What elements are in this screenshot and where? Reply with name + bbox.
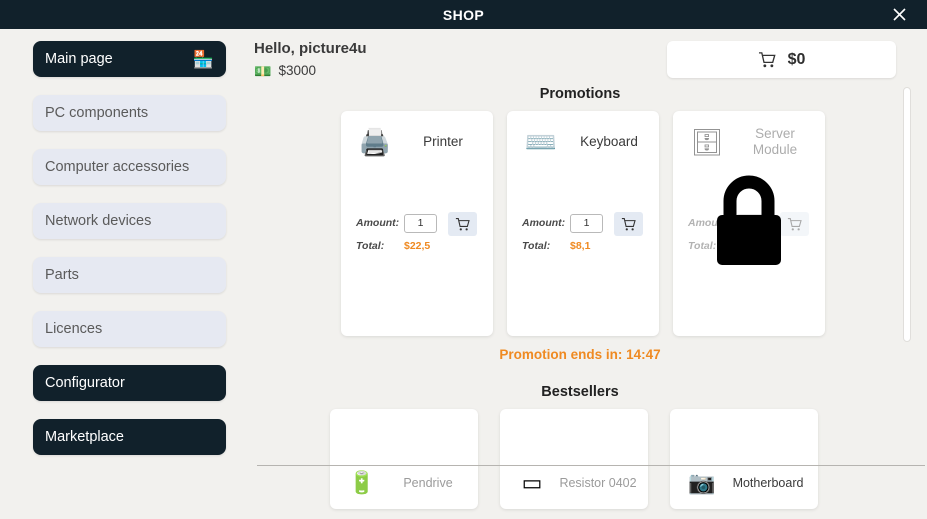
sidebar-item-main-page[interactable]: Main page 🏪 — [33, 41, 226, 77]
motherboard-icon: 📷 — [688, 470, 716, 495]
amount-label: Amount: — [356, 217, 400, 229]
amount-row: Amount: 1 — [522, 213, 603, 233]
card-fields: Amount: 1 Total: — [688, 213, 769, 259]
store-icon: 🏪 — [192, 49, 214, 69]
total-row: Total: $22,5 — [356, 236, 437, 256]
titlebar: SHOP — [0, 0, 927, 29]
bestseller-card-pendrive[interactable]: 🔋 Pendrive — [330, 409, 478, 509]
card-header: 🗄 Server Module — [673, 111, 825, 173]
total-row: Total: $8,1 — [522, 236, 603, 256]
promotions-row: 🖨️ Printer Amount: 1 Total: $22,5 ⌨️ Key… — [341, 111, 825, 336]
total-row: Total: — [688, 236, 769, 256]
card-fields: Amount: 1 Total: $8,1 — [522, 213, 603, 259]
card-inner: 🗄 Server Module Amount: 1 Total: — [673, 111, 825, 252]
printer-icon: 🖨️ — [358, 127, 392, 157]
sidebar-item-label: PC components — [45, 105, 149, 121]
card-header: ⌨️ Keyboard — [507, 111, 659, 173]
keyboard-icon: ⌨️ — [524, 127, 558, 157]
money-icon: 💵 — [254, 62, 272, 79]
sidebar-item-label: Network devices — [45, 213, 152, 229]
amount-label: Amount: — [522, 217, 566, 229]
amount-label: Amount: — [688, 217, 732, 229]
resistor-icon: ▭ — [521, 470, 543, 495]
sidebar-item-label: Marketplace — [45, 429, 124, 445]
product-name: Printer — [423, 134, 463, 150]
user-balance: 💵 $3000 — [254, 63, 316, 78]
bestsellers-row: 🔋 Pendrive ▭ Resistor 0402 📷 Motherboard — [330, 409, 818, 509]
sidebar: Main page 🏪 PC components Computer acces… — [33, 41, 226, 473]
cart-icon — [455, 217, 470, 230]
shop-window: SHOP Main page 🏪 PC components Computer … — [0, 0, 927, 519]
product-name: Pendrive — [403, 475, 453, 490]
product-total: $8,1 — [570, 240, 591, 252]
sidebar-item-label: Licences — [45, 321, 103, 337]
bestsellers-heading: Bestsellers — [541, 384, 619, 400]
scrollbar-thumb[interactable] — [903, 87, 911, 342]
content-clip-divider — [257, 465, 925, 466]
amount-row: Amount: 1 — [356, 213, 437, 233]
add-to-cart-button[interactable] — [614, 212, 643, 236]
window-title: SHOP — [442, 6, 485, 23]
cart-icon — [758, 51, 777, 69]
sidebar-item-pc-components[interactable]: PC components — [33, 95, 226, 131]
total-label: Total: — [356, 240, 385, 252]
sidebar-item-label: Main page — [45, 51, 113, 67]
card-fields: Amount: 1 Total: $22,5 — [356, 213, 437, 259]
user-balance-value: $3000 — [278, 63, 316, 78]
bestseller-card-resistor[interactable]: ▭ Resistor 0402 — [500, 409, 648, 509]
promotion-timer: Promotion ends in: 14:47 — [499, 347, 661, 362]
cart-icon — [621, 217, 636, 230]
promotions-heading: Promotions — [539, 86, 621, 102]
amount-input[interactable]: 1 — [404, 213, 437, 233]
amount-input: 1 — [736, 213, 769, 233]
sidebar-item-parts[interactable]: Parts — [33, 257, 226, 293]
window-body: Main page 🏪 PC components Computer acces… — [0, 29, 927, 519]
card-inner: 🖨️ Printer Amount: 1 Total: $22,5 — [341, 111, 493, 252]
amount-input[interactable]: 1 — [570, 213, 603, 233]
product-name: Keyboard — [580, 134, 638, 150]
sidebar-item-configurator[interactable]: Configurator — [33, 365, 226, 401]
sidebar-item-licences[interactable]: Licences — [33, 311, 226, 347]
sidebar-item-computer-accessories[interactable]: Computer accessories — [33, 149, 226, 185]
product-name: Motherboard — [732, 475, 804, 490]
total-label: Total: — [688, 240, 717, 252]
product-card-printer[interactable]: 🖨️ Printer Amount: 1 Total: $22,5 — [341, 111, 493, 336]
sidebar-item-label: Computer accessories — [45, 159, 190, 175]
product-name: Resistor 0402 — [559, 475, 637, 490]
close-button[interactable] — [871, 0, 927, 29]
main-content: Hello, picture4u 💵 $3000 $0 Promotions 🖨… — [240, 29, 927, 519]
product-name: Server Module — [752, 126, 798, 157]
server-icon: 🗄 — [690, 127, 724, 157]
add-to-cart-button[interactable] — [448, 212, 477, 236]
product-card-server-module[interactable]: 🗄 Server Module Amount: 1 Total: — [673, 111, 825, 336]
user-greeting: Hello, picture4u — [254, 40, 367, 57]
close-icon — [892, 8, 906, 21]
sidebar-item-marketplace[interactable]: Marketplace — [33, 419, 226, 455]
bestseller-card-motherboard[interactable]: 📷 Motherboard — [670, 409, 818, 509]
sidebar-item-network-devices[interactable]: Network devices — [33, 203, 226, 239]
sidebar-item-label: Configurator — [45, 375, 125, 391]
total-label: Total: — [522, 240, 551, 252]
card-inner: ⌨️ Keyboard Amount: 1 Total: $8,1 — [507, 111, 659, 252]
product-card-keyboard[interactable]: ⌨️ Keyboard Amount: 1 Total: $8,1 — [507, 111, 659, 336]
cart-icon — [787, 217, 802, 230]
product-total: $22,5 — [404, 240, 431, 252]
card-header: 🖨️ Printer — [341, 111, 493, 173]
cart-total: $0 — [787, 50, 806, 68]
cart-button[interactable]: $0 — [667, 41, 896, 78]
pendrive-icon: 🔋 — [348, 470, 376, 495]
scrollbar-track[interactable] — [903, 87, 911, 465]
amount-row: Amount: 1 — [688, 213, 769, 233]
sidebar-item-label: Parts — [45, 267, 79, 283]
add-to-cart-button — [780, 212, 809, 236]
